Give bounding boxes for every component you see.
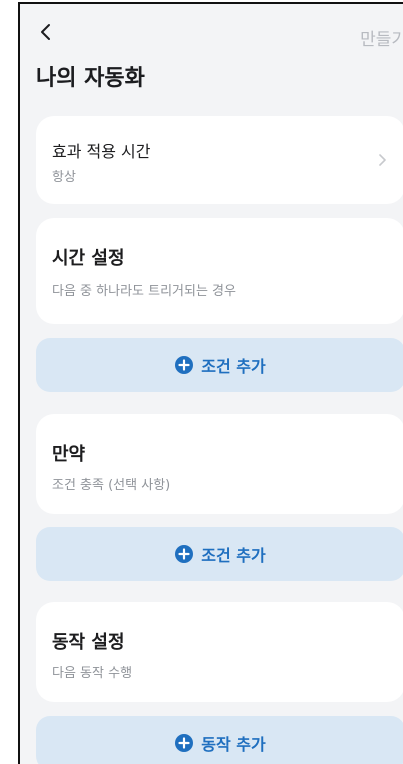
constraint-card: 만약 조건 충족 (선택 사항) xyxy=(36,414,403,514)
page-title: 나의 자동화 xyxy=(36,66,145,91)
add-action-button[interactable]: 동작 추가 xyxy=(36,716,403,764)
constraint-subtitle: 조건 충족 (선택 사항) xyxy=(52,478,171,493)
top-bar: 만들기 나의 자동화 xyxy=(20,4,403,104)
effective-time-value: 항상 xyxy=(52,170,76,185)
automation-screen: 만들기 나의 자동화 효과 적용 시간 항상 시간 설정 다음 중 하나라도 트… xyxy=(18,2,403,764)
time-settings-card: 시간 설정 다음 중 하나라도 트리거되는 경우 xyxy=(36,218,403,324)
time-settings-title: 시간 설정 xyxy=(52,248,125,269)
back-icon[interactable] xyxy=(36,22,56,42)
effective-time-card[interactable]: 효과 적용 시간 항상 xyxy=(36,116,403,204)
add-condition-label-1: 조건 추가 xyxy=(201,357,266,376)
action-settings-subtitle: 다음 동작 수행 xyxy=(52,666,133,681)
plus-circle-icon xyxy=(175,734,194,752)
effective-time-label: 효과 적용 시간 xyxy=(52,142,151,161)
chevron-right-icon xyxy=(379,154,386,166)
create-button[interactable]: 만들기 xyxy=(360,25,403,50)
add-action-label: 동작 추가 xyxy=(201,735,266,754)
action-settings-title: 동작 설정 xyxy=(52,632,125,653)
time-settings-subtitle: 다음 중 하나라도 트리거되는 경우 xyxy=(52,284,236,299)
plus-circle-icon xyxy=(175,356,194,374)
add-condition-label-2: 조건 추가 xyxy=(201,546,266,565)
add-condition-button-2[interactable]: 조건 추가 xyxy=(36,527,403,581)
action-settings-card: 동작 설정 다음 동작 수행 xyxy=(36,602,403,702)
add-condition-button-1[interactable]: 조건 추가 xyxy=(36,338,403,392)
plus-circle-icon xyxy=(175,545,194,563)
constraint-title: 만약 xyxy=(52,444,86,465)
